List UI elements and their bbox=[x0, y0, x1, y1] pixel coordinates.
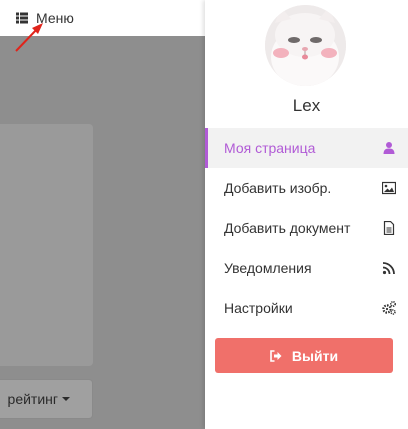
nav-item-add-document[interactable]: Добавить документ bbox=[205, 208, 408, 248]
caret-down-icon bbox=[62, 397, 70, 401]
rating-dropdown-button[interactable]: рейтинг bbox=[0, 379, 93, 419]
side-menu-panel: Lex Моя страница Добавить изобр. Добавит… bbox=[205, 0, 408, 429]
nav-item-add-image[interactable]: Добавить изобр. bbox=[205, 168, 408, 208]
content-card bbox=[0, 124, 93, 366]
nav-item-label: Добавить документ bbox=[224, 220, 351, 236]
logout-label: Выйти bbox=[291, 347, 339, 364]
nav-item-label: Настройки bbox=[224, 300, 293, 316]
sign-out-icon bbox=[270, 349, 282, 362]
side-nav: Моя страница Добавить изобр. Добавить до… bbox=[205, 128, 408, 328]
nav-item-label: Добавить изобр. bbox=[224, 180, 332, 196]
gears-icon bbox=[382, 301, 396, 315]
nav-item-label: Моя страница bbox=[224, 140, 316, 156]
rating-label: рейтинг bbox=[7, 391, 58, 407]
nav-item-notifications[interactable]: Уведомления bbox=[205, 248, 408, 288]
image-icon bbox=[382, 181, 396, 195]
rss-icon bbox=[382, 262, 395, 275]
username: Lex bbox=[292, 96, 321, 115]
avatar bbox=[265, 5, 346, 86]
annotation-arrow bbox=[15, 23, 43, 52]
nav-item-my-page[interactable]: Моя страница bbox=[205, 128, 408, 168]
nav-item-label: Уведомления bbox=[224, 260, 312, 276]
cat-avatar-image bbox=[265, 5, 346, 86]
user-icon bbox=[383, 142, 395, 154]
logout-button[interactable]: Выйти bbox=[215, 338, 393, 373]
document-icon bbox=[383, 221, 395, 235]
nav-item-settings[interactable]: Настройки bbox=[205, 288, 408, 328]
